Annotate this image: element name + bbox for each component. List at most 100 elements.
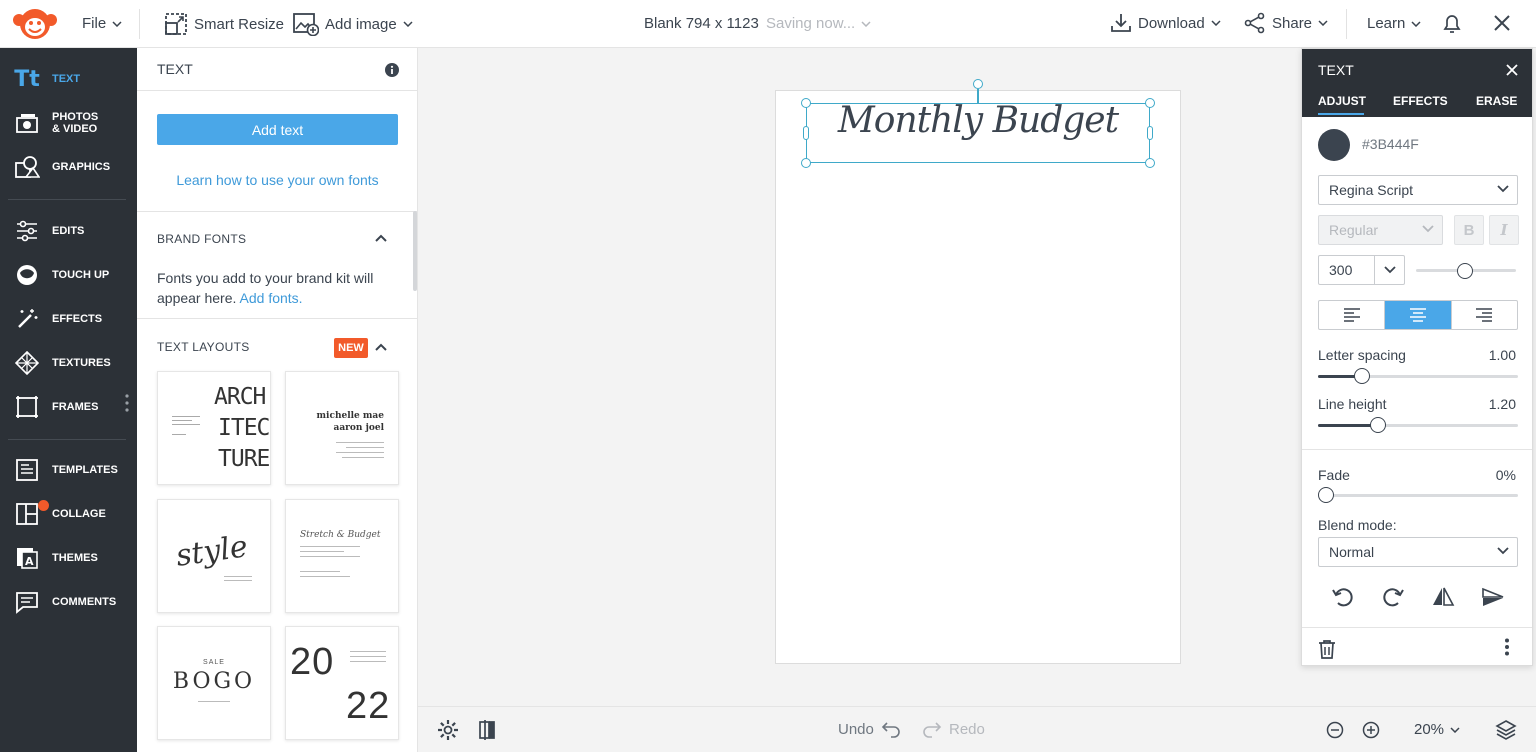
sidebar-item-templates[interactable]: TEMPLATES [0,450,137,490]
chevron-up-icon[interactable] [375,234,387,242]
italic-button[interactable]: I [1489,215,1519,245]
sidebar-item-frames[interactable]: FRAMES [0,387,137,427]
align-right-button[interactable] [1452,301,1517,329]
brand-fonts-title[interactable]: BRAND FONTS [157,232,246,246]
sidebar-item-text[interactable]: Tt TEXT [0,59,137,99]
sidebar-item-photos-video[interactable]: PHOTOS & VIDEO [0,103,137,143]
letter-spacing-slider-knob[interactable] [1354,368,1370,384]
blend-mode-label: Blend mode: [1318,517,1397,533]
close-editor-icon[interactable] [1492,13,1512,33]
active-tab-indicator [1318,113,1364,115]
fade-slider-track[interactable] [1318,494,1518,497]
trash-icon[interactable] [1318,639,1336,659]
bold-button[interactable]: B [1454,215,1484,245]
tab-erase[interactable]: ERASE [1476,94,1517,108]
line-height-slider-knob[interactable] [1370,417,1386,433]
selection-box[interactable] [806,103,1150,163]
layout-text-line: aaron joel [333,423,385,433]
settings-gear-icon[interactable] [437,719,459,741]
learn-fonts-link[interactable]: Learn how to use your own fonts [137,172,417,188]
add-fonts-link[interactable]: Add fonts. [240,290,303,306]
resize-handle-top-left[interactable] [801,98,811,108]
redo-button[interactable]: Redo [921,720,985,738]
flip-horizontal-icon[interactable] [1430,584,1456,610]
sidebar-item-touch-up[interactable]: TOUCH UP [0,255,137,295]
text-color-swatch[interactable] [1318,129,1350,161]
text-layout-card[interactable]: SALE BOGO [157,626,271,740]
layout-fine-print [336,442,384,458]
learn-menu[interactable]: Learn [1367,15,1421,32]
align-left-button[interactable] [1319,301,1386,329]
font-weight-select[interactable]: Regular [1318,215,1443,245]
font-size-input[interactable]: 300 [1318,255,1405,285]
zoom-in-icon[interactable] [1362,721,1380,739]
download-button[interactable]: Download [1110,12,1221,34]
tab-adjust[interactable]: ADJUST [1318,94,1366,108]
close-icon[interactable] [1505,63,1519,77]
font-size-slider-knob[interactable] [1457,263,1473,279]
tab-effects[interactable]: EFFECTS [1393,94,1448,108]
resize-handle-left[interactable] [803,126,809,140]
resize-handle-right[interactable] [1147,126,1153,140]
file-menu[interactable]: File [82,15,122,32]
flip-vertical-icon[interactable] [1480,584,1506,610]
rotate-left-icon[interactable] [1330,584,1356,610]
sidebar-item-edits[interactable]: EDITS [0,211,137,251]
text-layout-card[interactable]: Stretch & Budget [285,499,399,613]
align-center-button[interactable] [1385,301,1452,329]
more-options-icon[interactable] [1504,638,1510,656]
file-menu-label: File [82,15,107,32]
share-button[interactable]: Share [1244,12,1328,34]
design-canvas-page[interactable] [775,90,1181,664]
divider [137,318,417,319]
layout-fine-print [300,546,360,577]
zoom-level-select[interactable]: 20% [1414,721,1460,738]
sidebar-item-collage[interactable]: COLLAGE [0,494,137,534]
notifications-bell-icon[interactable] [1440,12,1464,36]
sidebar-item-graphics[interactable]: GRAPHICS [0,147,137,187]
smart-resize-button[interactable]: Smart Resize [164,12,284,36]
resize-handle-top-right[interactable] [1145,98,1155,108]
sidebar-item-effects[interactable]: EFFECTS [0,299,137,339]
document-title[interactable]: Blank 794 x 1123 [644,15,759,32]
text-layouts-title[interactable]: TEXT LAYOUTS [157,340,250,354]
rotate-right-icon[interactable] [1380,584,1406,610]
picmonkey-logo-icon[interactable] [0,0,70,48]
text-layout-card[interactable]: michelle mae aaron joel [285,371,399,485]
text-layout-card[interactable]: ARCH ITEC TURE [157,371,271,485]
sidebar-item-themes[interactable]: A THEMES [0,538,137,578]
text-layout-card[interactable]: style [157,499,271,613]
resize-handle-bottom-left[interactable] [801,158,811,168]
font-family-select[interactable]: Regina Script [1318,175,1518,205]
resize-handle-bottom-right[interactable] [1145,158,1155,168]
undo-button[interactable]: Undo [838,720,902,738]
chevron-down-icon[interactable] [1374,256,1404,284]
chevron-up-icon[interactable] [375,343,387,351]
texture-icon [13,349,41,377]
blend-mode-value: Normal [1329,544,1375,560]
info-icon[interactable] [385,63,399,77]
zoom-out-icon[interactable] [1326,721,1344,739]
saving-status[interactable]: Saving now... [766,15,871,32]
sidebar-item-textures[interactable]: TEXTURES [0,343,137,383]
text-layout-card[interactable]: 20 22 [285,626,399,740]
sidebar-item-comments[interactable]: COMMENTS [0,582,137,622]
face-icon [13,261,41,289]
left-sidebar: Tt TEXT PHOTOS & VIDEO GRAPHICS EDITS TO… [0,48,137,752]
fade-slider-knob[interactable] [1318,487,1334,503]
panel-title: TEXT [1318,62,1354,78]
panel-scrollbar[interactable] [413,211,417,291]
add-image-button[interactable]: Add image [293,12,413,36]
layers-icon[interactable] [1495,719,1517,741]
chevron-down-icon [1497,185,1509,193]
divider [1302,449,1532,450]
rotate-handle[interactable] [973,79,983,89]
add-text-button[interactable]: Add text [157,114,398,145]
text-color-hex[interactable]: #3B444F [1362,136,1419,152]
chevron-down-icon [1211,20,1221,26]
undo-icon [881,722,900,738]
blend-mode-select[interactable]: Normal [1318,537,1518,567]
new-badge: NEW [334,338,368,358]
more-options-icon[interactable] [124,393,130,413]
canvas-layout-icon[interactable] [478,719,498,741]
